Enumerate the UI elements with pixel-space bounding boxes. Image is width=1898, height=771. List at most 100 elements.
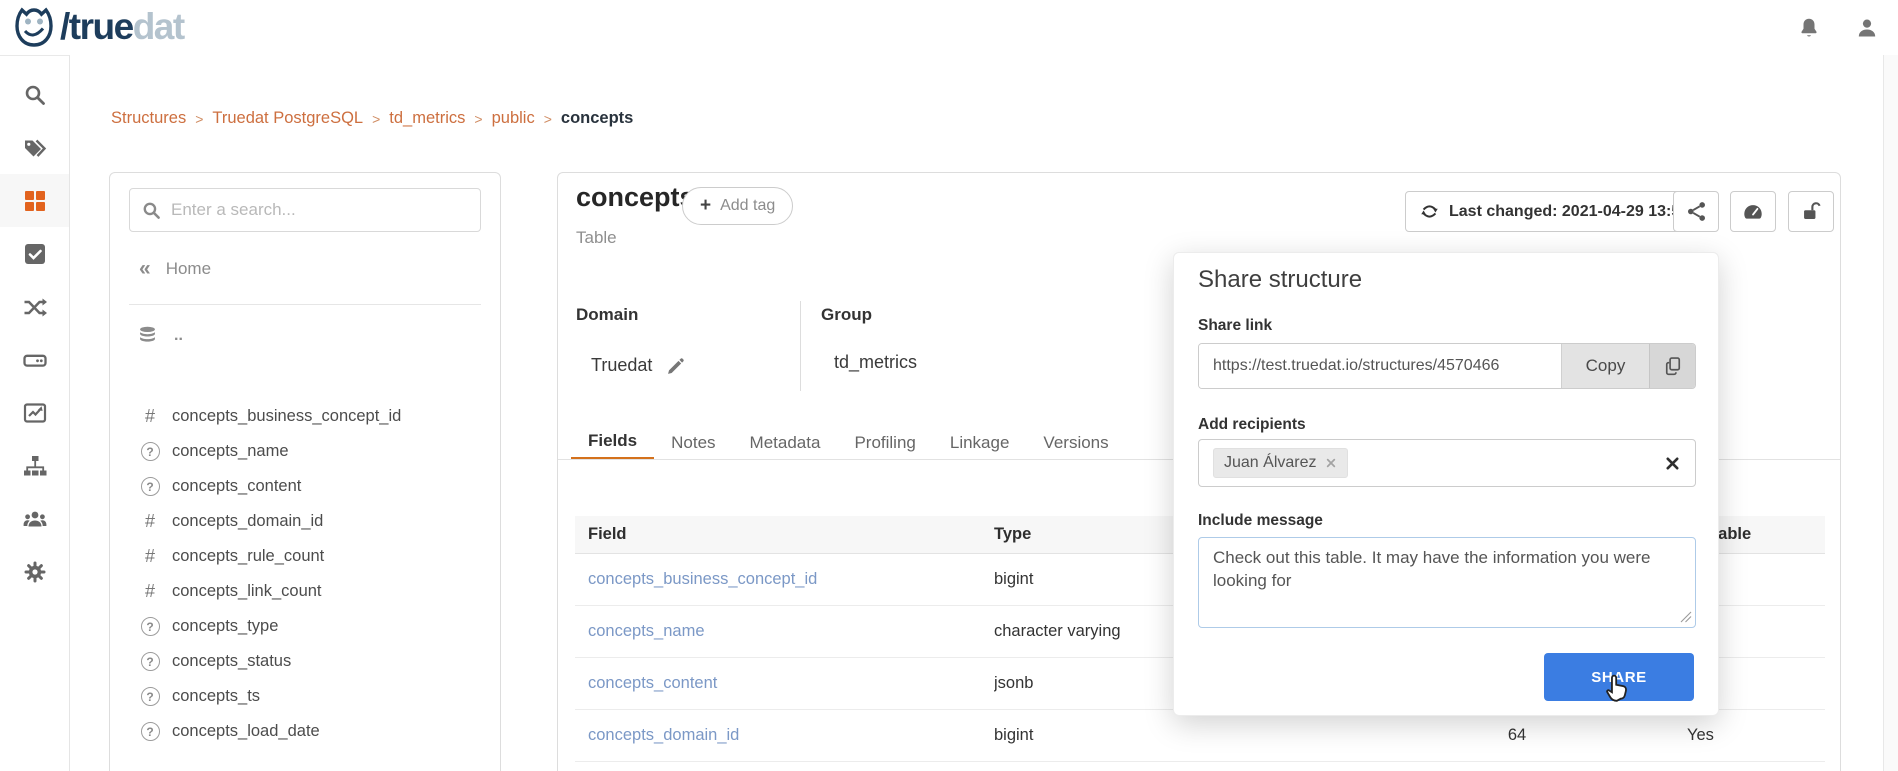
parent-directory-link[interactable]: .. bbox=[137, 325, 183, 346]
structure-type-subtitle: Table bbox=[576, 228, 617, 248]
hard-drive-icon bbox=[23, 348, 47, 372]
sidebar-item-structures[interactable] bbox=[0, 174, 69, 227]
sidebar-item-settings[interactable] bbox=[0, 545, 69, 598]
share-icon bbox=[1686, 201, 1707, 222]
field-list-item[interactable]: # concepts_business_concept_id bbox=[110, 399, 500, 434]
unlock-button[interactable] bbox=[1788, 191, 1834, 232]
field-type-icon: # bbox=[140, 581, 160, 602]
recipient-chip-label: Juan Álvarez bbox=[1224, 454, 1317, 472]
breadcrumb-link[interactable]: Truedat PostgreSQL bbox=[212, 109, 363, 128]
breadcrumb: Structures>Truedat PostgreSQL>td_metrics… bbox=[111, 109, 633, 128]
top-navbar: /truedat bbox=[0, 0, 1898, 55]
tachometer-icon bbox=[1742, 201, 1764, 223]
field-list-item-label: concepts_rule_count bbox=[172, 547, 324, 566]
sidebar-item-systems[interactable] bbox=[0, 333, 69, 386]
sidebar-item-dashboards[interactable] bbox=[0, 386, 69, 439]
breadcrumb-link[interactable]: td_metrics bbox=[389, 109, 465, 128]
recipient-chip: Juan Álvarez bbox=[1213, 448, 1348, 478]
field-list-item[interactable]: # concepts_link_count bbox=[110, 574, 500, 609]
field-list-item[interactable]: ? concepts_content bbox=[110, 469, 500, 504]
chart-line-icon bbox=[23, 401, 47, 425]
field-list-item[interactable]: ? concepts_load_date bbox=[110, 714, 500, 749]
share-structure-modal: Share structure Share link Copy Add reci… bbox=[1173, 252, 1719, 716]
field-list-item[interactable]: ? concepts_type bbox=[110, 609, 500, 644]
field-list-item-label: concepts_content bbox=[172, 477, 301, 496]
breadcrumb-link[interactable]: Structures bbox=[111, 109, 186, 128]
sidebar-item-quality[interactable] bbox=[0, 227, 69, 280]
plus-icon: + bbox=[700, 195, 711, 217]
tab-notes[interactable]: Notes bbox=[654, 425, 732, 460]
question-circle-icon: ? bbox=[141, 617, 160, 636]
field-list-item[interactable]: ? concepts_ts bbox=[110, 679, 500, 714]
question-circle-icon: ? bbox=[141, 722, 160, 741]
breadcrumb-link[interactable]: public bbox=[492, 109, 535, 128]
field-list-item[interactable]: # concepts_rule_count bbox=[110, 539, 500, 574]
share-link-input[interactable] bbox=[1199, 344, 1561, 388]
recipients-input[interactable]: Juan Álvarez bbox=[1198, 439, 1696, 487]
home-label: Home bbox=[166, 259, 211, 279]
field-list-item[interactable]: ? concepts_name bbox=[110, 434, 500, 469]
share-link-label: Share link bbox=[1198, 317, 1272, 335]
tab-linkage[interactable]: Linkage bbox=[933, 425, 1027, 460]
pencil-icon[interactable] bbox=[666, 356, 686, 376]
recipients-label: Add recipients bbox=[1198, 416, 1306, 434]
field-type-icon: ? bbox=[140, 652, 160, 671]
field-type-icon: # bbox=[140, 511, 160, 532]
field-name-link[interactable]: concepts_content bbox=[588, 674, 717, 692]
field-name-link[interactable]: concepts_domain_id bbox=[588, 726, 739, 744]
gear-icon bbox=[23, 560, 47, 584]
field-list-item-label: concepts_type bbox=[172, 617, 278, 636]
users-icon bbox=[23, 507, 47, 531]
copy-button[interactable]: Copy bbox=[1561, 344, 1649, 388]
field-list-item[interactable]: ? concepts_status bbox=[110, 644, 500, 679]
home-link[interactable]: « Home bbox=[139, 258, 211, 279]
domain-value: Truedat bbox=[591, 355, 686, 376]
clear-recipients-icon[interactable] bbox=[1664, 455, 1681, 472]
sidebar-item-search[interactable] bbox=[0, 68, 69, 121]
field-list-item[interactable]: # concepts_domain_id bbox=[110, 504, 500, 539]
tab-profiling[interactable]: Profiling bbox=[837, 425, 932, 460]
field-list: # concepts_business_concept_id ? concept… bbox=[110, 399, 500, 749]
field-list-item-label: concepts_link_count bbox=[172, 582, 322, 601]
domain-group-divider bbox=[800, 301, 801, 391]
field-type-icon: # bbox=[140, 406, 160, 427]
database-icon bbox=[137, 325, 158, 346]
grid-structures-icon bbox=[23, 189, 47, 213]
message-label: Include message bbox=[1198, 512, 1323, 530]
search-input[interactable] bbox=[171, 200, 468, 220]
structure-nav-panel: « Home .. # concepts_business_concept_id… bbox=[109, 172, 501, 771]
sidebar-item-lineage[interactable] bbox=[0, 280, 69, 333]
add-tag-label: Add tag bbox=[720, 197, 775, 215]
group-value: td_metrics bbox=[834, 352, 917, 373]
check-square-icon bbox=[23, 242, 47, 266]
tab-fields[interactable]: Fields bbox=[571, 425, 654, 460]
field-type-icon: ? bbox=[140, 477, 160, 496]
vertical-scrollbar[interactable] bbox=[1883, 55, 1898, 771]
remove-recipient-icon[interactable] bbox=[1325, 457, 1337, 469]
field-list-item-label: concepts_load_date bbox=[172, 722, 320, 741]
field-name-link[interactable]: concepts_business_concept_id bbox=[588, 570, 817, 588]
field-type-icon: # bbox=[140, 546, 160, 567]
truedat-logo[interactable]: /truedat bbox=[12, 5, 184, 49]
user-icon[interactable] bbox=[1852, 13, 1882, 43]
question-circle-icon: ? bbox=[141, 652, 160, 671]
tab-versions[interactable]: Versions bbox=[1026, 425, 1125, 460]
field-nullable-cell: Yes bbox=[1612, 726, 1825, 745]
share-link-group: Copy bbox=[1198, 343, 1696, 389]
bell-icon[interactable] bbox=[1794, 13, 1824, 43]
share-structure-button[interactable] bbox=[1673, 191, 1719, 232]
add-tag-button[interactable]: + Add tag bbox=[682, 187, 793, 225]
copy-pages-icon[interactable] bbox=[1649, 344, 1695, 388]
owl-logo-icon bbox=[12, 5, 56, 49]
field-type-icon: ? bbox=[140, 442, 160, 461]
sidebar-item-taxonomy[interactable] bbox=[0, 439, 69, 492]
last-changed-button[interactable]: Last changed: 2021-04-29 13:55 bbox=[1405, 191, 1704, 232]
sidebar-item-permissions[interactable] bbox=[0, 492, 69, 545]
field-type-icon: ? bbox=[140, 722, 160, 741]
profiling-button[interactable] bbox=[1730, 191, 1776, 232]
message-textarea[interactable]: Check out this table. It may have the in… bbox=[1198, 537, 1696, 628]
share-submit-button[interactable]: SHARE bbox=[1544, 653, 1694, 701]
field-name-link[interactable]: concepts_name bbox=[588, 622, 705, 640]
sidebar-item-tags[interactable] bbox=[0, 121, 69, 174]
tab-metadata[interactable]: Metadata bbox=[733, 425, 838, 460]
